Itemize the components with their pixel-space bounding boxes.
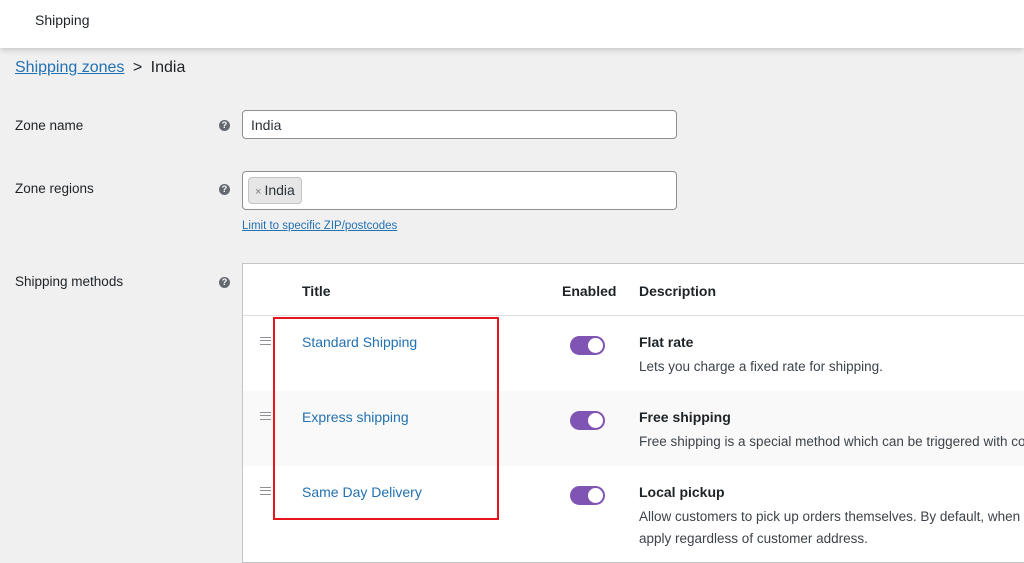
- breadcrumb-shipping-zones-link[interactable]: Shipping zones: [15, 59, 124, 76]
- breadcrumb: Shipping zones > India: [15, 59, 185, 77]
- enabled-toggle[interactable]: [570, 336, 605, 355]
- method-description: Free shipping is a special method which …: [639, 434, 1024, 449]
- zone-regions-label: Zone regions: [15, 181, 94, 196]
- table-row: Same Day Delivery Local pickup Allow cus…: [243, 466, 1024, 561]
- remove-region-icon[interactable]: ×: [255, 186, 261, 198]
- method-title-link[interactable]: Same Day Delivery: [302, 484, 422, 500]
- enabled-toggle[interactable]: [570, 486, 605, 505]
- method-type: Local pickup: [639, 484, 725, 500]
- enabled-toggle[interactable]: [570, 411, 605, 430]
- column-header-description: Description: [639, 283, 717, 299]
- shipping-methods-label: Shipping methods: [15, 274, 124, 289]
- method-title-link[interactable]: Express shipping: [302, 409, 409, 425]
- region-chip-label: India: [264, 182, 295, 198]
- method-type: Flat rate: [639, 334, 694, 350]
- breadcrumb-current: India: [150, 59, 186, 76]
- table-row: Standard Shipping Flat rate Lets you cha…: [243, 316, 1024, 391]
- column-header-title: Title: [302, 283, 331, 299]
- limit-postcodes-link[interactable]: Limit to specific ZIP/postcodes: [242, 220, 397, 232]
- breadcrumb-separator: >: [132, 59, 143, 76]
- method-description: Lets you charge a fixed rate for shippin…: [639, 359, 883, 374]
- method-description-line2: apply regardless of customer address.: [639, 531, 868, 546]
- zone-regions-select[interactable]: × India: [242, 171, 677, 210]
- method-title-link[interactable]: Standard Shipping: [302, 334, 417, 350]
- shipping-methods-table: Title Enabled Description Standard Shipp…: [242, 263, 1024, 563]
- table-row: Express shipping Free shipping Free ship…: [243, 391, 1024, 466]
- question-circle-icon[interactable]: ?: [219, 184, 230, 195]
- method-description: Allow customers to pick up orders themse…: [639, 509, 1024, 524]
- toggle-knob: [588, 413, 603, 428]
- drag-handle-icon[interactable]: [260, 337, 271, 345]
- zone-name-label: Zone name: [15, 118, 84, 133]
- table-header: Title Enabled Description: [243, 264, 1024, 316]
- column-header-enabled: Enabled: [562, 283, 617, 299]
- region-chip-india: × India: [248, 177, 302, 204]
- page-title: Shipping: [35, 12, 90, 28]
- toggle-knob: [588, 338, 603, 353]
- question-circle-icon[interactable]: ?: [219, 277, 230, 288]
- top-bar: Shipping: [0, 0, 1024, 48]
- drag-handle-icon[interactable]: [260, 412, 271, 420]
- question-circle-icon[interactable]: ?: [219, 120, 230, 131]
- drag-handle-icon[interactable]: [260, 487, 271, 495]
- zone-name-input[interactable]: [242, 110, 677, 139]
- toggle-knob: [588, 488, 603, 503]
- method-type: Free shipping: [639, 409, 731, 425]
